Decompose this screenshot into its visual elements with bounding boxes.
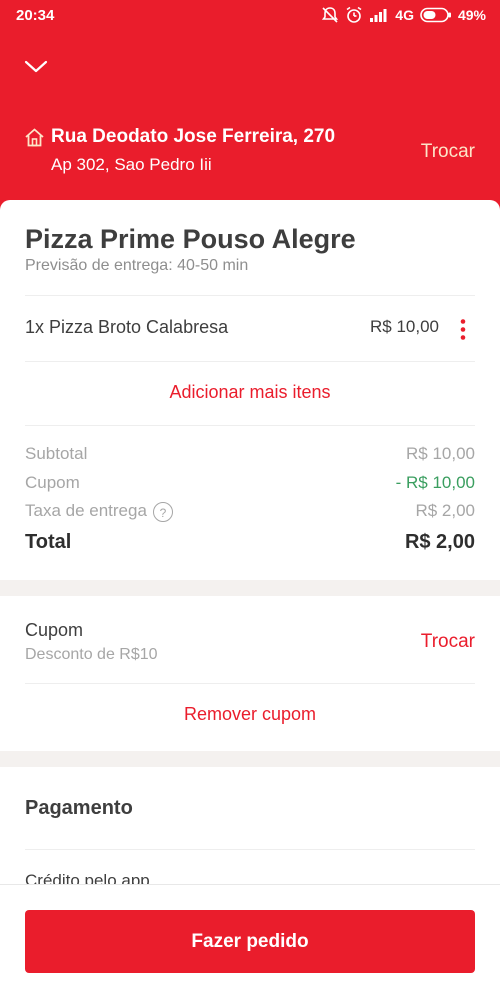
help-icon[interactable]: ? (152, 501, 173, 522)
store-name: Pizza Prime Pouso Alegre (25, 224, 356, 254)
subtotal-label: Subtotal (25, 444, 88, 463)
alarm-icon (346, 6, 362, 23)
divider (25, 683, 475, 684)
item-options-button[interactable] (457, 317, 469, 343)
cart-item[interactable]: 1x Pizza Broto Calabresa R$ 10,00 (25, 317, 475, 343)
divider (25, 295, 475, 296)
add-more-items-button[interactable]: Adicionar mais itens (0, 382, 500, 403)
silent-alarm-icon (322, 7, 339, 23)
delivery-address: Rua Deodato Jose Ferreira, 270 Ap 302, S… (24, 126, 335, 175)
battery-icon (420, 7, 451, 23)
total-value: R$ 2,00 (404, 531, 475, 553)
delivery-estimate: Previsão de entrega: 40-50 min (25, 257, 249, 274)
home-icon (25, 128, 44, 146)
more-vertical-icon (460, 319, 466, 340)
delivery-fee-label: Taxa de entrega (25, 501, 147, 520)
coupon-section: Cupom Desconto de R$10 Trocar Remover cu… (0, 596, 500, 751)
delivery-fee-row: Taxa de entrega? R$ 2,00 (25, 501, 475, 522)
cart-item-price: R$ 10,00 (370, 317, 439, 336)
divider (25, 425, 475, 426)
header: 20:34 4G 49% Rua Deodato Jose Ferreira, … (0, 0, 500, 230)
network-type: 4G (395, 7, 414, 23)
total-row: Total R$ 2,00 (25, 531, 475, 554)
chevron-down-icon (24, 60, 48, 73)
delivery-fee-value: R$ 2,00 (415, 501, 475, 520)
status-icons: 4G 49% (321, 6, 486, 24)
subtotal-value: R$ 10,00 (406, 444, 475, 463)
cart-item-name: 1x Pizza Broto Calabresa (25, 317, 229, 337)
subtotal-row: Subtotal R$ 10,00 (25, 444, 475, 464)
coupon-discount-row: Cupom - R$ 10,00 (25, 473, 475, 493)
collapse-button[interactable] (22, 54, 50, 78)
remove-coupon-button[interactable]: Remover cupom (0, 704, 500, 725)
coupon-discount-label: Cupom (25, 473, 80, 492)
payment-title: Pagamento (25, 797, 133, 819)
signal-icon (370, 9, 387, 22)
address-street: Rua Deodato Jose Ferreira, 270 (51, 126, 336, 147)
coupon-description: Desconto de R$10 (25, 646, 158, 663)
status-time: 20:34 (16, 7, 55, 24)
coupon-discount-value: - R$ 10,00 (395, 473, 475, 492)
bottom-action-bar: Fazer pedido (0, 884, 500, 1001)
order-card: Pizza Prime Pouso Alegre Previsão de ent… (0, 200, 500, 580)
battery-percent: 49% (457, 7, 486, 23)
change-address-button[interactable]: Trocar (421, 141, 475, 163)
status-bar: 20:34 4G 49% (0, 0, 500, 32)
address-complement: Ap 302, Sao Pedro Iii (51, 155, 212, 174)
divider (25, 849, 475, 850)
place-order-button[interactable]: Fazer pedido (25, 910, 475, 973)
total-label: Total (25, 531, 72, 553)
divider (25, 361, 475, 362)
coupon-title: Cupom (25, 620, 84, 640)
change-coupon-button[interactable]: Trocar (421, 631, 475, 653)
